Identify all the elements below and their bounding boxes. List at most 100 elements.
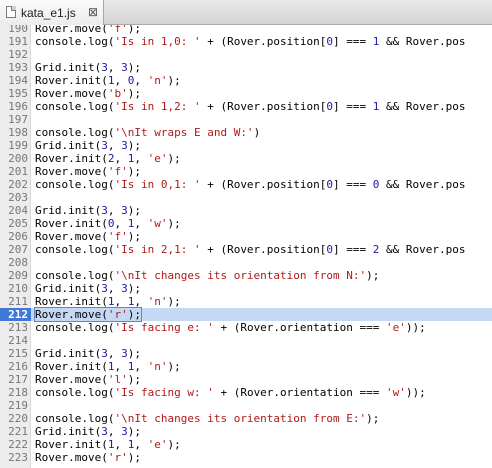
line-number: 206 — [8, 230, 28, 243]
code-token: Grid.init( — [35, 282, 102, 295]
code-token: Rover.move( — [35, 87, 108, 100]
line-number: 207 — [8, 243, 28, 256]
code-line[interactable]: 221 Grid.init(3, 3); — [0, 425, 492, 438]
code-editor[interactable]: 189Rover.init(1, 1, 'n');190Rover.move('… — [0, 25, 492, 468]
code-line[interactable]: 213 console.log('Is facing e: ' + (Rover.… — [0, 321, 492, 334]
line-number: 199 — [8, 139, 28, 152]
code-line[interactable]: 199 Grid.init(3, 3); — [0, 139, 492, 152]
code-line[interactable]: 220 console.log('\nIt changes its orienta… — [0, 412, 492, 425]
string-token: 'e' — [386, 321, 406, 334]
code-token: + (Rover.position[ — [200, 243, 327, 256]
code-token: Grid.init( — [35, 347, 102, 360]
string-token: 'f' — [107, 230, 128, 243]
code-line[interactable]: 214 — [0, 334, 492, 347]
code-text: Rover.move('r'); — [34, 307, 142, 322]
code-line[interactable]: 202 console.log('Is in 0,1: ' + (Rover.po… — [0, 178, 492, 191]
code-line[interactable]: 207 console.log('Is in 2,1: ' + (Rover.po… — [0, 243, 492, 256]
number-token: 3 — [121, 204, 128, 217]
line-number: 214 — [8, 334, 28, 347]
close-icon[interactable]: ⊠ — [88, 5, 98, 19]
line-number: 193 — [8, 61, 28, 74]
code-token: , — [114, 74, 128, 87]
string-token: 'r' — [107, 308, 128, 321]
code-line[interactable]: 218 console.log('Is facing w: ' + (Rover.… — [0, 386, 492, 399]
code-token: Rover.init( — [35, 360, 108, 373]
line-number: 204 — [8, 204, 28, 217]
code-token: , — [107, 282, 122, 295]
code-token: ] === — [333, 178, 373, 191]
code-text: Rover.init(1, 0, 'n'); — [35, 74, 181, 87]
number-token: 3 — [101, 425, 108, 438]
code-line[interactable]: 194 Rover.init(1, 0, 'n'); — [0, 74, 492, 87]
code-token: Rover.move( — [35, 451, 108, 464]
code-token: ); — [127, 204, 141, 217]
line-number: 213 — [8, 321, 28, 334]
code-token: + (Rover.orientation === — [213, 321, 387, 334]
code-text: console.log('Is facing e: ' + (Rover.ori… — [35, 321, 426, 334]
code-line[interactable]: 209 console.log('\nIt changes its orienta… — [0, 269, 492, 282]
code-line[interactable]: 198 console.log('\nIt wraps E and W:') — [0, 126, 492, 139]
line-number: 216 — [8, 360, 28, 373]
code-line[interactable]: 193 Grid.init(3, 3); — [0, 61, 492, 74]
code-line[interactable]: 204 Grid.init(3, 3); — [0, 204, 492, 217]
code-line[interactable]: 201 Rover.move('f'); — [0, 165, 492, 178]
code-text: Grid.init(3, 3); — [35, 61, 141, 74]
code-token: console.log( — [35, 126, 115, 139]
string-token: 'n' — [147, 74, 168, 87]
number-token: 3 — [121, 61, 128, 74]
code-token: console.log( — [35, 412, 115, 425]
tab-kata-e1[interactable]: kata_e1.js ⊠ — [0, 0, 104, 25]
line-number: 223 — [8, 451, 28, 464]
code-token: ); — [167, 74, 181, 87]
code-token: Rover.init( — [35, 217, 108, 230]
code-line[interactable]: 191 console.log('Is in 1,0: ' + (Rover.po… — [0, 35, 492, 48]
current-line[interactable]: 212 Rover.move('r'); — [0, 307, 492, 322]
code-token: , — [134, 438, 148, 451]
string-token: 'w' — [386, 386, 406, 399]
tab-label: kata_e1.js — [21, 6, 76, 20]
line-number: 197 — [8, 113, 28, 126]
code-token: ); — [127, 451, 141, 464]
code-line[interactable]: 200 Rover.init(2, 1, 'e'); — [0, 152, 492, 165]
code-line[interactable]: 219 — [0, 399, 492, 412]
string-token: 'Is in 0,1: ' — [114, 178, 201, 191]
code-line[interactable]: 195 Rover.move('b'); — [0, 87, 492, 100]
code-token: , — [107, 204, 122, 217]
code-text: console.log('Is in 2,1: ' + (Rover.posit… — [35, 243, 466, 256]
code-line[interactable]: 223 Rover.move('r'); — [0, 451, 492, 464]
code-text: Grid.init(3, 3); — [35, 282, 141, 295]
code-token: ); — [127, 87, 141, 100]
code-line[interactable]: 190 Rover.move('f'); — [0, 25, 492, 35]
code-line[interactable]: 217 Rover.move('l'); — [0, 373, 492, 386]
code-line[interactable]: 208 — [0, 256, 492, 269]
code-token: )); — [405, 321, 426, 334]
code-token: ); — [167, 217, 181, 230]
string-token: 'b' — [107, 87, 128, 100]
code-token: ] === — [333, 35, 373, 48]
number-token: 3 — [121, 347, 128, 360]
code-line[interactable]: 206 Rover.move('f'); — [0, 230, 492, 243]
code-line[interactable]: 216 Rover.init(1, 1, 'n'); — [0, 360, 492, 373]
code-line[interactable]: 196 console.log('Is in 1,2: ' + (Rover.po… — [0, 100, 492, 113]
code-line[interactable]: 197 — [0, 113, 492, 126]
code-line[interactable]: 222 Rover.init(1, 1, 'e'); — [0, 438, 492, 451]
code-line[interactable]: 210 Grid.init(3, 3); — [0, 282, 492, 295]
code-token: Rover.move( — [35, 308, 108, 321]
code-line[interactable]: 205 Rover.init(0, 1, 'w'); — [0, 217, 492, 230]
line-number: 208 — [8, 256, 28, 269]
code-text: console.log('Is in 1,0: ' + (Rover.posit… — [35, 35, 466, 48]
tab-bar: kata_e1.js ⊠ — [0, 0, 492, 25]
code-line[interactable]: 211 Rover.init(1, 1, 'n'); — [0, 295, 492, 308]
code-token: , — [107, 139, 122, 152]
code-token: ); — [127, 165, 141, 178]
code-line[interactable]: 203 — [0, 191, 492, 204]
code-line[interactable]: 192 — [0, 48, 492, 61]
code-line[interactable]: 215 Grid.init(3, 3); — [0, 347, 492, 360]
line-number: 196 — [8, 100, 28, 113]
code-token: Grid.init( — [35, 204, 102, 217]
code-token: , — [114, 295, 128, 308]
code-text: Rover.move('f'); — [35, 25, 141, 35]
code-token: ); — [366, 412, 380, 425]
number-token: 3 — [121, 425, 128, 438]
code-token: ); — [127, 25, 141, 35]
